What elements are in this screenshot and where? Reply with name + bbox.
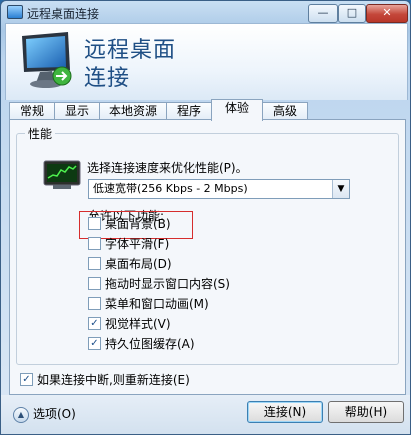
performance-group: 性能 选择连接速度来优化性能(P)。 低速宽带(256 Kbps - 2 Mbp… <box>16 125 399 365</box>
chevron-down-icon[interactable]: ▼ <box>332 180 349 198</box>
option-menu-animation[interactable]: 菜单和窗口动画(M) <box>88 296 209 312</box>
option-desktop-background[interactable]: 桌面背景(B) <box>88 216 171 232</box>
tab-general[interactable]: 常规 <box>9 102 55 120</box>
header-title-line2: 连接 <box>84 66 131 91</box>
monitor-icon <box>22 32 72 88</box>
connection-speed-select[interactable]: 低速宽带(256 Kbps - 2 Mbps) ▼ <box>88 179 350 199</box>
title-bar[interactable]: 远程桌面连接 — □ ✕ <box>1 1 410 23</box>
option-visual-styles[interactable]: ✓ 视觉样式(V) <box>88 316 171 332</box>
header-banner: 远程桌面 连接 <box>5 23 408 100</box>
tab-local-resources[interactable]: 本地资源 <box>99 102 167 120</box>
option-show-window-contents[interactable]: 拖动时显示窗口内容(S) <box>88 276 230 292</box>
checkbox-checked[interactable]: ✓ <box>88 317 101 330</box>
tab-experience[interactable]: 体验 <box>211 99 263 121</box>
tab-strip: 常规 显示 本地资源 程序 体验 高级 <box>9 99 404 121</box>
help-button[interactable]: 帮助(H) <box>328 401 404 423</box>
checkbox[interactable] <box>88 277 101 290</box>
window-title: 远程桌面连接 <box>27 7 100 21</box>
minimize-button[interactable]: — <box>308 4 338 23</box>
remote-desktop-icon <box>7 5 23 19</box>
tab-advanced[interactable]: 高级 <box>262 102 308 120</box>
connect-button[interactable]: 连接(N) <box>247 401 323 423</box>
speed-label: 选择连接速度来优化性能(P)。 <box>87 161 248 175</box>
dialog-footer: ▲ 选项(O) 连接(N) 帮助(H) <box>1 395 410 434</box>
performance-group-title: 性能 <box>25 125 56 142</box>
tab-programs[interactable]: 程序 <box>166 102 212 120</box>
checkbox-checked[interactable]: ✓ <box>20 373 33 386</box>
checkbox[interactable] <box>88 237 101 250</box>
close-button[interactable]: ✕ <box>366 4 408 23</box>
tab-display[interactable]: 显示 <box>54 102 100 120</box>
chevron-up-icon[interactable]: ▲ <box>13 406 29 423</box>
connection-speed-value: 低速宽带(256 Kbps - 2 Mbps) <box>93 182 248 195</box>
options-label: 选项(O) <box>33 407 76 421</box>
option-desktop-composition[interactable]: 桌面布局(D) <box>88 256 172 272</box>
remote-desktop-window: 远程桌面连接 — □ ✕ 远程桌面 连接 常规 显示 本地资源 程序 体验 高级… <box>0 0 411 435</box>
maximize-button[interactable]: □ <box>338 4 366 23</box>
options-toggle[interactable]: ▲ 选项(O) <box>13 405 76 423</box>
option-font-smoothing[interactable]: 字体平滑(F) <box>88 236 169 252</box>
speed-meter-icon <box>43 160 81 189</box>
checkbox-checked[interactable]: ✓ <box>88 337 101 350</box>
option-persistent-bitmap-caching[interactable]: ✓ 持久位图缓存(A) <box>88 336 195 352</box>
experience-panel: 性能 选择连接速度来优化性能(P)。 低速宽带(256 Kbps - 2 Mbp… <box>9 119 406 395</box>
checkbox[interactable] <box>88 217 101 230</box>
checkbox[interactable] <box>88 257 101 270</box>
reconnect-option[interactable]: ✓ 如果连接中断,则重新连接(E) <box>20 371 190 388</box>
checkbox[interactable] <box>88 297 101 310</box>
